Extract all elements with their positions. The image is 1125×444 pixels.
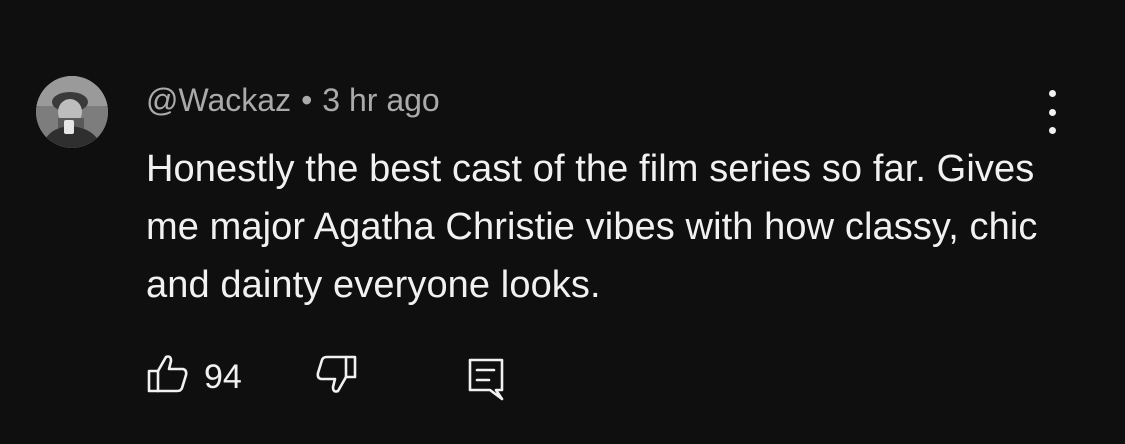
meta-separator: • <box>301 82 313 118</box>
comment-actions: 94 <box>146 352 546 402</box>
avatar[interactable] <box>36 76 108 148</box>
more-options-button[interactable] <box>1032 90 1072 134</box>
comment-card: @Wackaz • 3 hr ago Honestly the best cast … <box>0 0 1125 444</box>
reply-button[interactable] <box>466 356 506 407</box>
thumbs-down-icon <box>314 355 358 402</box>
dislike-button[interactable] <box>314 354 358 403</box>
reply-comment-icon <box>466 358 506 406</box>
like-button[interactable]: 94 <box>146 352 242 401</box>
more-vertical-icon <box>1048 90 1056 97</box>
thumbs-up-icon <box>146 352 190 401</box>
comment-timestamp[interactable]: 3 hr ago <box>322 82 439 118</box>
like-count: 94 <box>204 357 242 396</box>
author-handle[interactable]: @Wackaz <box>146 82 291 118</box>
comment-meta: @Wackaz • 3 hr ago <box>146 80 440 120</box>
comment-text: Honestly the best cast of the film serie… <box>146 148 1038 306</box>
